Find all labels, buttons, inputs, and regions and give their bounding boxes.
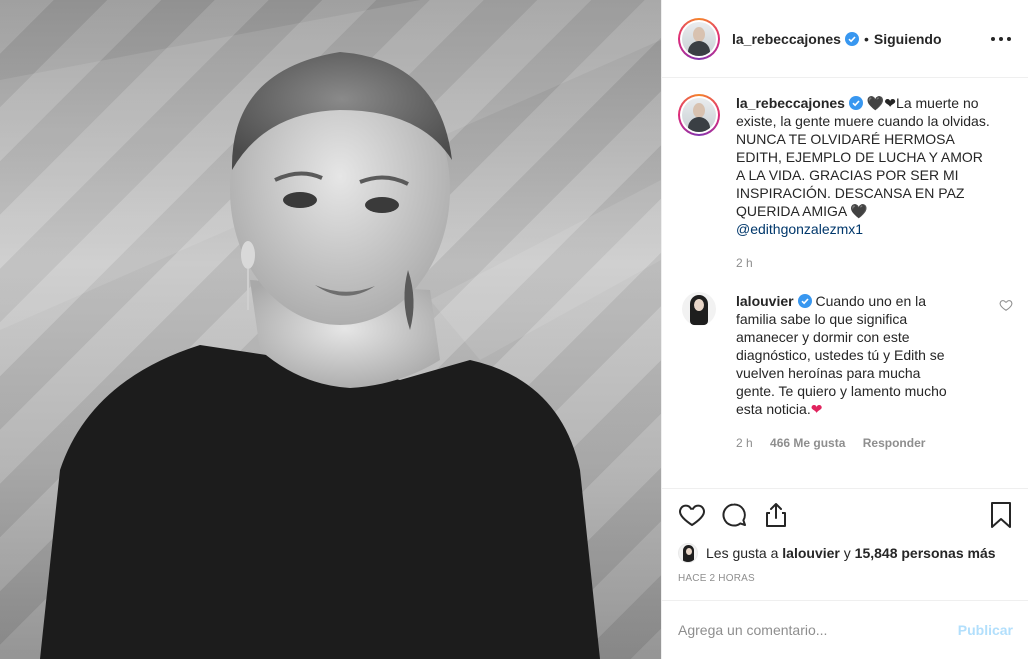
more-options-icon[interactable] xyxy=(989,31,1013,47)
following-button[interactable]: Siguiendo xyxy=(874,31,942,47)
comments-list[interactable]: la_rebeccajones 🖤❤La muerte no existe, l… xyxy=(662,78,1028,488)
post-photo[interactable] xyxy=(0,0,661,659)
caption-verified-badge-icon xyxy=(848,96,863,110)
comment-time[interactable]: 2 h xyxy=(736,436,753,450)
caption-text: La muerte no existe, la gente muere cuan… xyxy=(736,95,990,219)
caption-avatar-image xyxy=(682,98,716,132)
caption-emoji-prefix: 🖤❤ xyxy=(866,95,897,111)
publish-button[interactable]: Publicar xyxy=(958,622,1013,638)
share-icon[interactable] xyxy=(762,501,790,529)
likes-prefix: Les gusta a xyxy=(706,545,779,561)
post-timestamp[interactable]: HACE 2 HORAS xyxy=(678,573,1013,584)
caption-mention-link[interactable]: @edithgonzalezmx1 xyxy=(736,221,863,237)
likes-middle: y xyxy=(843,545,851,561)
comment-likes-count[interactable]: 466 Me gusta xyxy=(770,436,845,450)
comment-item: lalouvier Cuando uno en la familia sabe … xyxy=(678,292,1013,452)
likes-count-link[interactable]: 15,848 personas más xyxy=(855,545,996,561)
author-username[interactable]: la_rebeccajones xyxy=(732,31,841,47)
post-details-panel: la_rebeccajones • Siguiendo la_rebeccajo… xyxy=(661,0,1028,659)
action-icons-row xyxy=(678,489,1013,541)
liker-username[interactable]: lalouvier xyxy=(782,545,840,561)
save-bookmark-icon[interactable] xyxy=(989,501,1013,529)
caption-meta: 2 h xyxy=(736,254,991,272)
post-caption: la_rebeccajones 🖤❤La muerte no existe, l… xyxy=(678,94,1013,272)
likes-summary: Les gusta a lalouvier y 15,848 personas … xyxy=(678,541,1013,565)
header-separator: • xyxy=(863,30,869,47)
comment-text: Cuando uno en la familia sabe lo que sig… xyxy=(736,293,947,417)
post-actions: Les gusta a lalouvier y 15,848 personas … xyxy=(662,488,1028,584)
caption-time[interactable]: 2 h xyxy=(736,256,753,270)
comment-bubble-icon[interactable] xyxy=(720,501,748,529)
comment-meta: 2 h 466 Me gusta Responder xyxy=(736,434,961,452)
author-avatar[interactable] xyxy=(678,17,720,60)
caption-username[interactable]: la_rebeccajones xyxy=(736,95,845,111)
author-avatar-image xyxy=(682,21,716,56)
verified-badge-icon xyxy=(844,31,859,46)
caption-author-avatar[interactable] xyxy=(678,94,720,136)
post-header: la_rebeccajones • Siguiendo xyxy=(662,0,1028,78)
comment-input[interactable] xyxy=(678,622,958,638)
like-heart-icon[interactable] xyxy=(678,501,706,529)
commenter-username[interactable]: lalouvier xyxy=(736,293,794,309)
commenter-avatar[interactable] xyxy=(682,292,716,326)
photo-illustration xyxy=(0,0,661,659)
add-comment-bar: Publicar xyxy=(662,600,1028,659)
comment-like-heart-icon[interactable] xyxy=(999,298,1013,312)
liker-avatar[interactable] xyxy=(678,543,698,563)
reply-button[interactable]: Responder xyxy=(863,436,926,450)
commenter-verified-badge-icon xyxy=(797,294,812,308)
caption-emoji-suffix: 🖤 xyxy=(850,203,868,219)
comment-emoji: ❤ xyxy=(810,401,823,417)
